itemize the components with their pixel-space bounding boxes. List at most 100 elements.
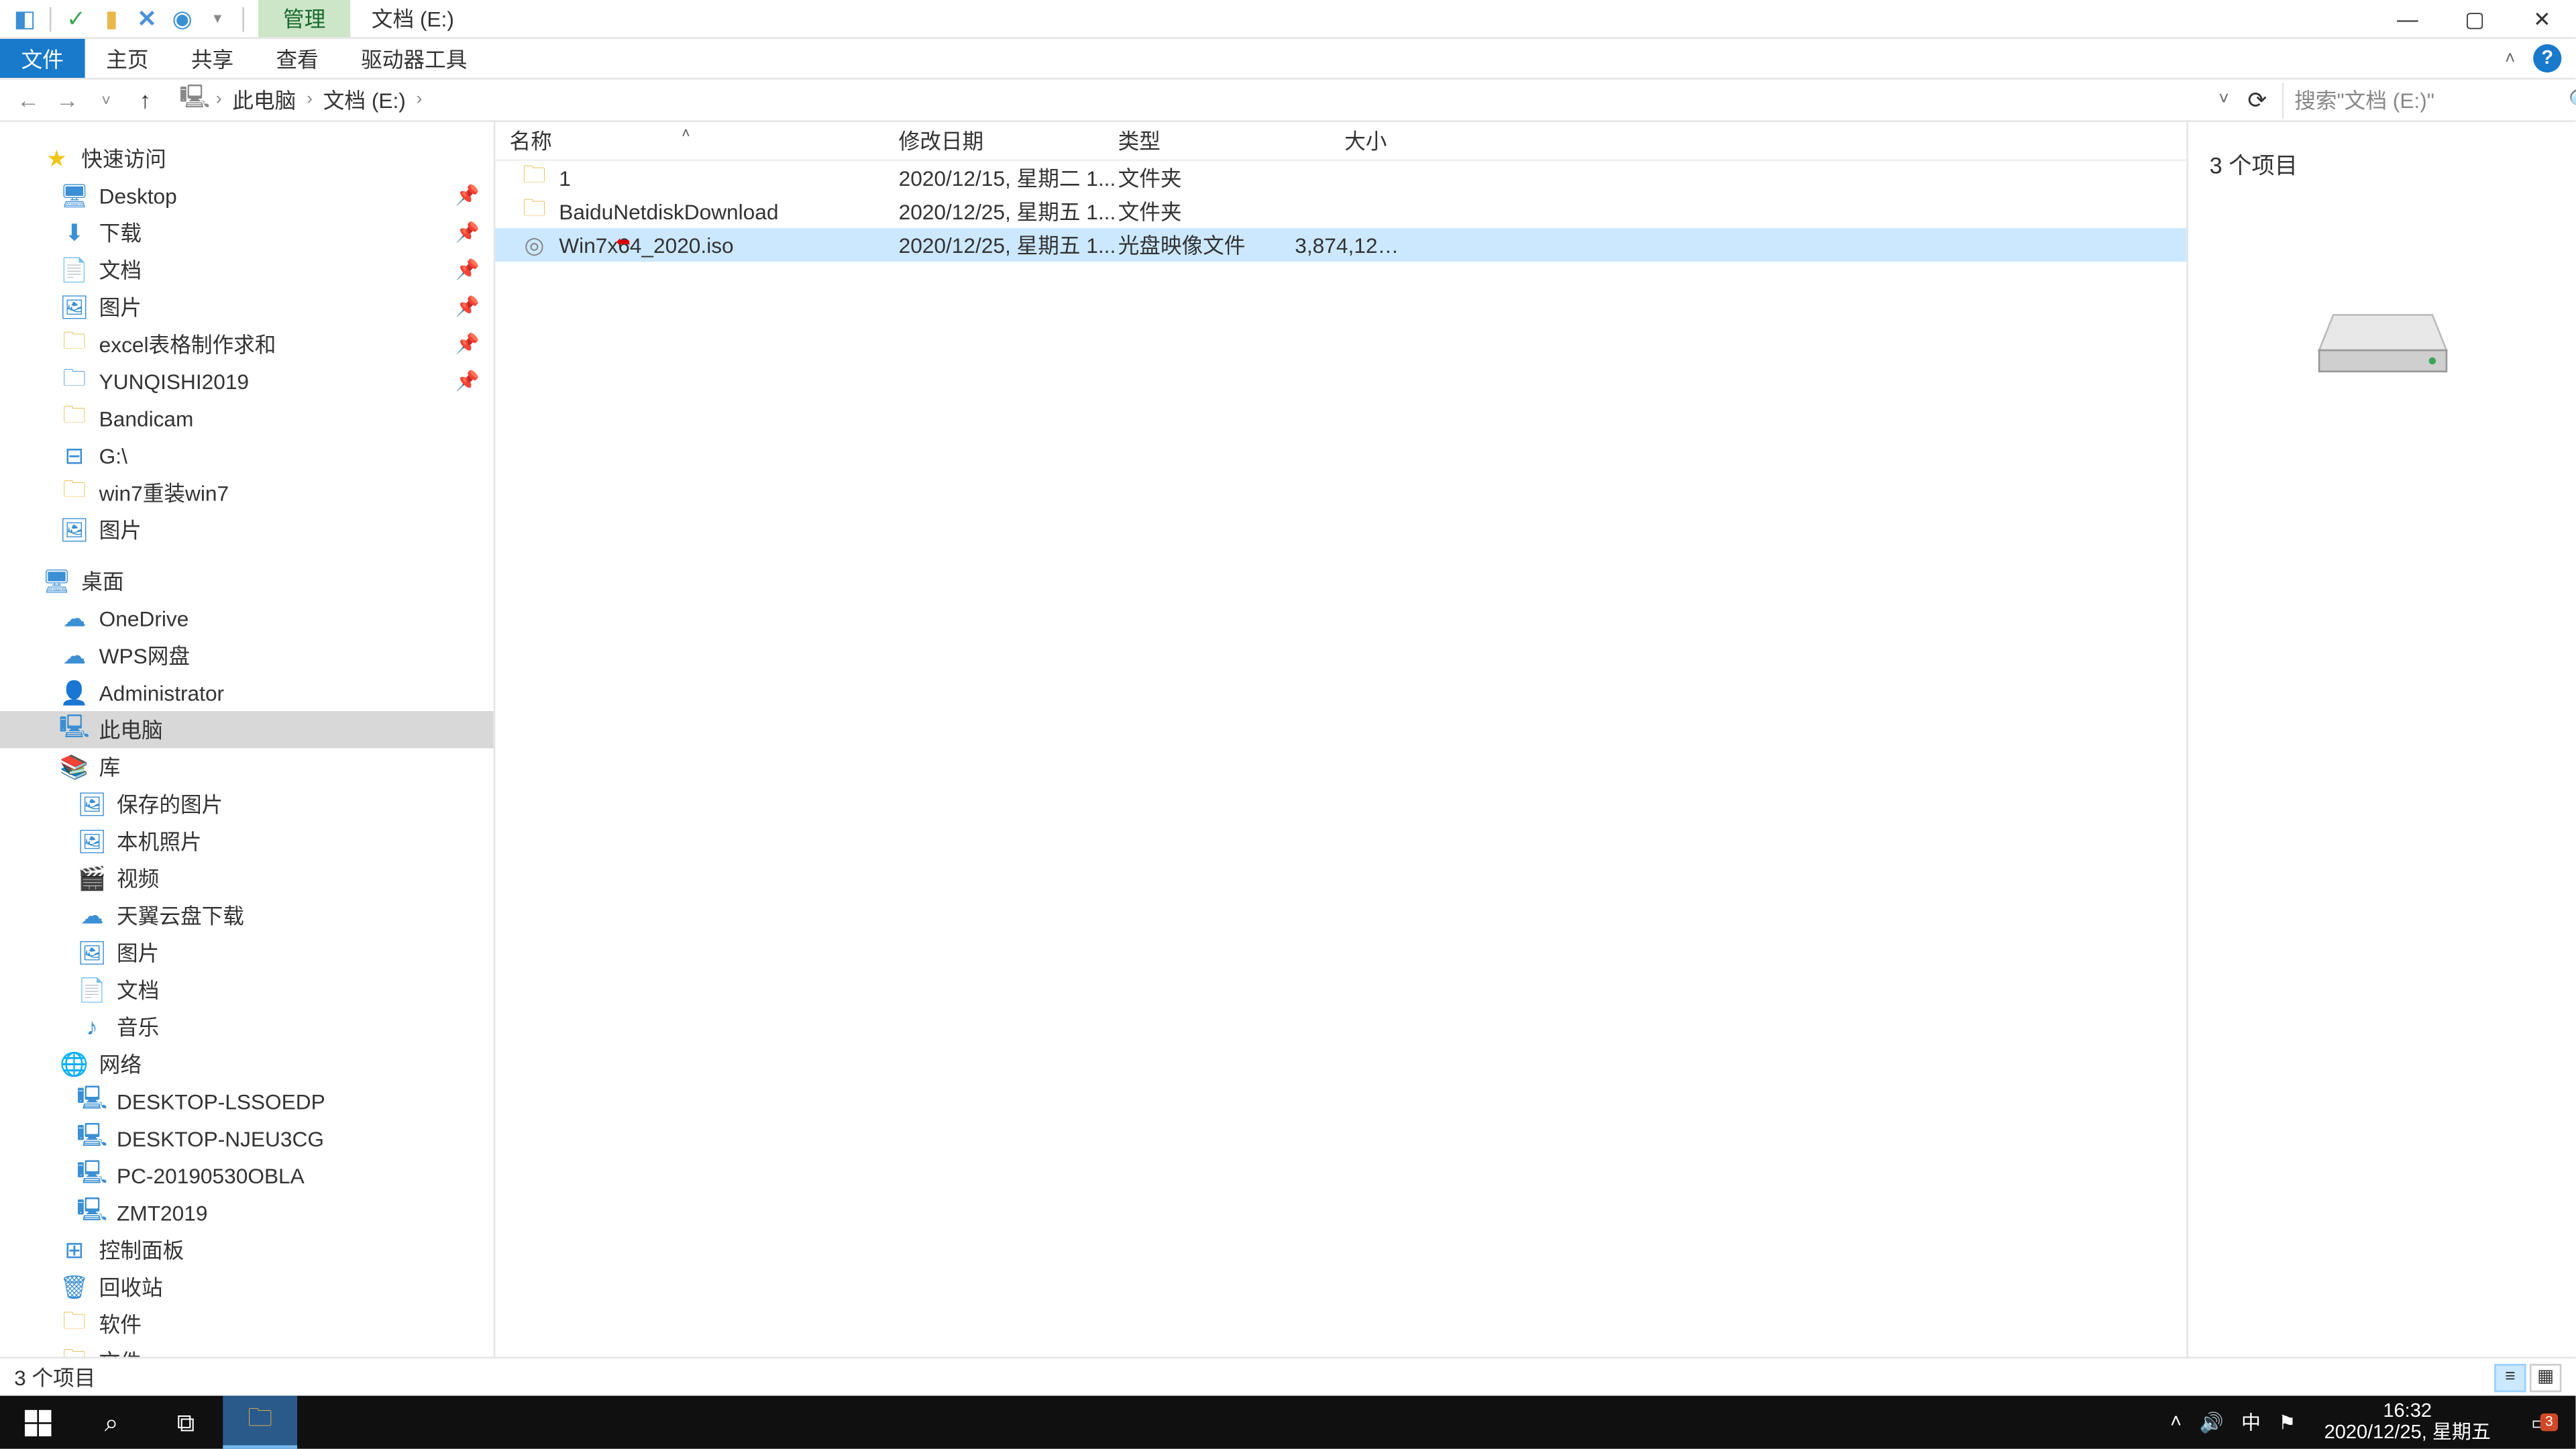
nav-item-G:\[interactable]: ⊟G:\	[0, 437, 494, 474]
nav-item-OneDrive[interactable]: ☁OneDrive	[0, 600, 494, 637]
ribbon-tab-view[interactable]: 查看	[255, 39, 340, 78]
refresh-icon[interactable]: ⟳	[2239, 83, 2275, 118]
contextual-tab-manage[interactable]: 管理	[258, 0, 350, 37]
nav-item-label: Desktop	[99, 183, 177, 208]
clock[interactable]: 16:32 2020/12/25, 星期五	[2314, 1401, 2502, 1444]
maximize-button[interactable]: ▢	[2441, 0, 2508, 38]
nav-item-文档[interactable]: 📄文档	[0, 971, 494, 1008]
check-icon[interactable]: ✓	[62, 5, 90, 33]
nav-item-音乐[interactable]: ♪音乐	[0, 1008, 494, 1045]
recent-dropdown-icon[interactable]: ˅	[89, 83, 124, 118]
ribbon-tab-home[interactable]: 主页	[85, 39, 170, 78]
nav-item-文件[interactable]: 🗀文件	[0, 1342, 494, 1356]
nav-item-快速访问[interactable]: ★快速访问	[0, 140, 494, 176]
ribbon-collapse-icon[interactable]: ˄	[2505, 49, 2526, 68]
nav-item-Desktop[interactable]: 🖥Desktop📌	[0, 177, 494, 214]
search-button[interactable]: ⌕	[74, 1396, 149, 1449]
tray-overflow-icon[interactable]: ˄	[2170, 1411, 2182, 1433]
details-view-button[interactable]: ≡	[2494, 1363, 2526, 1391]
nav-item-win7重装win7[interactable]: 🗀 win7重装win7	[0, 474, 494, 511]
chevron-right-icon[interactable]: ›	[417, 90, 423, 109]
security-icon[interactable]: ⚑	[2278, 1411, 2296, 1434]
task-view-button[interactable]: ⧉	[149, 1396, 223, 1449]
panel-icon: ⊞	[60, 1236, 89, 1264]
column-header-date[interactable]: 修改日期	[885, 125, 1104, 156]
chevron-right-icon[interactable]: ›	[216, 90, 222, 109]
breadcrumb-documents-e[interactable]: 文档 (E:)	[316, 85, 413, 115]
nav-item-label: DESKTOP-LSSOEDP	[117, 1089, 325, 1114]
back-button[interactable]: ←	[11, 83, 46, 118]
search-box[interactable]: 🔍	[2282, 83, 2565, 118]
nav-item-回收站[interactable]: 🗑回收站	[0, 1269, 494, 1305]
nav-item-ZMT2019[interactable]: 🖳ZMT2019	[0, 1194, 494, 1231]
search-input[interactable]	[2294, 88, 2569, 113]
nav-item-库[interactable]: 📚库	[0, 748, 494, 785]
nav-item-图片[interactable]: 🖼图片	[0, 511, 494, 548]
nav-item-label: 天翼云盘下载	[117, 900, 244, 930]
forward-button[interactable]: →	[50, 83, 85, 118]
nav-item-图片[interactable]: 🖼图片	[0, 934, 494, 971]
download-icon: ⬇	[60, 219, 89, 247]
search-icon[interactable]: 🔍	[2569, 88, 2576, 113]
star-icon: ★	[42, 144, 70, 172]
nav-item-Bandicam[interactable]: 🗀Bandicam	[0, 400, 494, 437]
link-icon[interactable]: ◉	[168, 5, 197, 33]
volume-icon[interactable]: 🔊	[2199, 1411, 2223, 1434]
nav-item-WPS网盘[interactable]: ☁WPS网盘	[0, 637, 494, 674]
nav-item-软件[interactable]: 🗀软件	[0, 1305, 494, 1342]
breadcrumb-this-pc[interactable]: 此电脑	[225, 85, 303, 115]
nav-item-下载[interactable]: ⬇下载📌	[0, 214, 494, 251]
start-button[interactable]	[0, 1396, 74, 1449]
file-row[interactable]: 🗀12020/12/15, 星期二 1...文件夹	[495, 161, 2186, 195]
ribbon-tab-share[interactable]: 共享	[170, 39, 255, 78]
action-center-button[interactable]: ▭ 3	[2519, 1411, 2561, 1434]
column-header-name[interactable]: 名称 ˄	[495, 125, 884, 156]
nav-item-图片[interactable]: 🖼图片📌	[0, 288, 494, 325]
close-button[interactable]: ✕	[2508, 0, 2575, 38]
folder-icon: 🗀	[60, 478, 89, 506]
desktop-icon: 🖥	[60, 181, 89, 209]
ime-indicator[interactable]: 中	[2241, 1408, 2261, 1436]
up-button[interactable]: ↑	[127, 83, 163, 118]
nav-item-天翼云盘下载[interactable]: ☁天翼云盘下载	[0, 897, 494, 934]
file-row[interactable]: 🗀BaiduNetdiskDownload2020/12/25, 星期五 1..…	[495, 195, 2186, 228]
nav-item-控制面板[interactable]: ⊞控制面板	[0, 1231, 494, 1268]
file-explorer-taskbar-button[interactable]: 🗀	[223, 1396, 297, 1449]
folder-icon[interactable]: ▮	[97, 5, 125, 33]
nav-item-此电脑[interactable]: 🖳此电脑	[0, 711, 494, 748]
column-header-type[interactable]: 类型	[1104, 125, 1281, 156]
nav-item-Administrator[interactable]: 👤Administrator	[0, 674, 494, 711]
close-x-icon[interactable]: ✕	[133, 5, 161, 33]
address-dropdown-icon[interactable]: ˅	[2212, 90, 2237, 109]
minimize-button[interactable]: —	[2374, 0, 2441, 38]
separator	[50, 6, 52, 31]
breadcrumb-bar[interactable]: 🖳 › 此电脑 › 文档 (E:) ›	[170, 83, 2204, 118]
column-headers: 名称 ˄ 修改日期 类型 大小	[495, 122, 2186, 161]
nav-item-label: 视频	[117, 863, 159, 894]
column-header-size[interactable]: 大小	[1281, 125, 1401, 156]
ribbon-tab-drive-tools[interactable]: 驱动器工具	[339, 39, 488, 78]
window-controls: — ▢ ✕	[2374, 0, 2576, 37]
nav-item-桌面[interactable]: 🖥桌面	[0, 563, 494, 600]
chevron-right-icon[interactable]: ›	[307, 90, 313, 109]
nav-item-网络[interactable]: 🌐网络	[0, 1045, 494, 1082]
nav-item-label: win7重装win7	[99, 478, 229, 508]
nav-item-YUNQISHI2019[interactable]: 🗀YUNQISHI2019📌	[0, 363, 494, 400]
help-icon[interactable]: ?	[2533, 44, 2561, 72]
content-area: ★快速访问🖥Desktop📌⬇下载📌📄文档📌🖼图片📌🗀excel表格制作求和📌🗀…	[0, 122, 2575, 1357]
nav-item-文档[interactable]: 📄文档📌	[0, 251, 494, 288]
ribbon-tab-file[interactable]: 文件	[0, 39, 85, 78]
nav-item-本机照片[interactable]: 🖼本机照片	[0, 822, 494, 859]
nav-item-保存的图片[interactable]: 🖼保存的图片	[0, 786, 494, 822]
nav-item-excel表格制作求和[interactable]: 🗀excel表格制作求和📌	[0, 325, 494, 362]
nav-item-PC-20190530OBLA[interactable]: 🖳PC-20190530OBLA	[0, 1157, 494, 1194]
nav-item-label: 文档	[117, 975, 159, 1005]
qat-dropdown-icon[interactable]: ▾	[203, 5, 231, 33]
nav-item-label: 文件	[99, 1346, 142, 1357]
nav-item-DESKTOP-NJEU3CG[interactable]: 🖳DESKTOP-NJEU3CG	[0, 1120, 494, 1157]
file-row[interactable]: ◎Win7x64_2020.iso2020/12/25, 星期五 1...光盘映…	[495, 228, 2186, 262]
icons-view-button[interactable]: ▦	[2530, 1363, 2561, 1391]
nav-item-视频[interactable]: 🎬视频	[0, 860, 494, 897]
navigation-pane[interactable]: ★快速访问🖥Desktop📌⬇下载📌📄文档📌🖼图片📌🗀excel表格制作求和📌🗀…	[0, 122, 495, 1357]
nav-item-DESKTOP-LSSOEDP[interactable]: 🖳DESKTOP-LSSOEDP	[0, 1083, 494, 1120]
